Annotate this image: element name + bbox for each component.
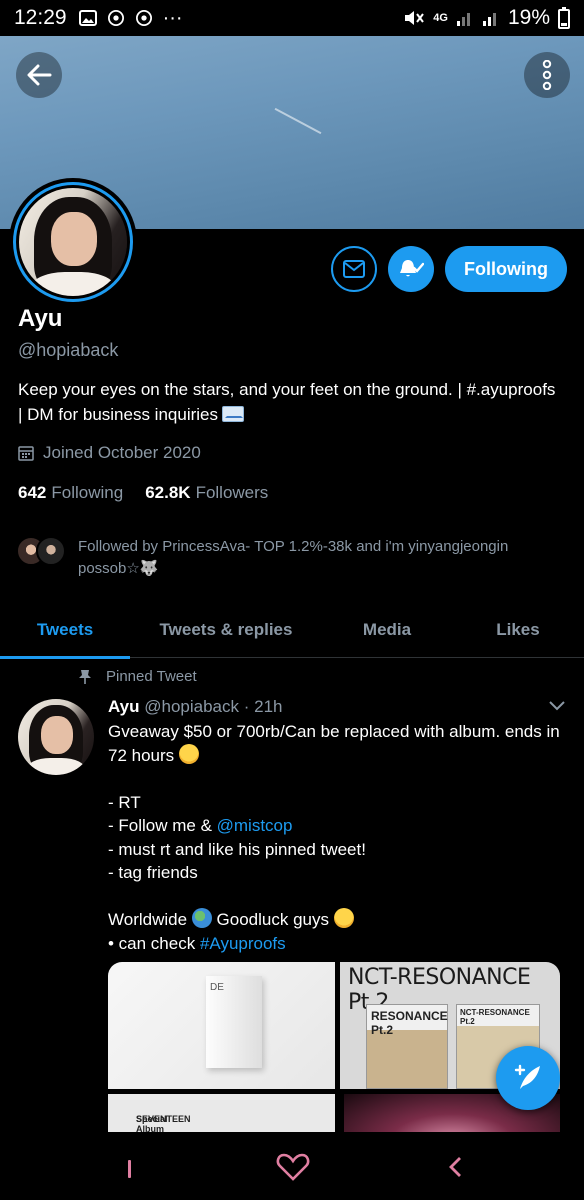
- tweet-author-handle: @hopiaback: [144, 697, 239, 716]
- avatar-photo: [19, 188, 127, 296]
- tab-tweets[interactable]: Tweets: [0, 602, 130, 659]
- tweet-line: Worldwide: [108, 910, 188, 929]
- tweet-avatar[interactable]: [18, 699, 94, 775]
- profile-joined: Joined October 2020: [18, 443, 201, 463]
- chrome-icon-2: [135, 10, 152, 26]
- avatar-ring: [13, 182, 133, 302]
- signal-icon-2: [482, 13, 496, 26]
- chevron-left-icon[interactable]: [447, 1156, 463, 1178]
- followers-label: Followers: [195, 483, 269, 502]
- recent-apps-button[interactable]: [128, 1160, 131, 1178]
- followed-by-avatars[interactable]: [16, 536, 66, 566]
- mute-icon: [405, 11, 425, 25]
- profile-avatar[interactable]: [9, 178, 137, 306]
- compose-tweet-button[interactable]: [496, 1046, 560, 1110]
- bell-icon: [400, 260, 424, 277]
- following-button[interactable]: Following: [445, 246, 567, 292]
- tweet-line: - Follow me &: [108, 816, 217, 835]
- calendar-icon: [18, 446, 34, 461]
- follow-counts: 642 Following 62.8K Followers: [18, 483, 268, 503]
- tweet-line: • can check: [108, 933, 200, 953]
- tweet-author-name[interactable]: Ayu: [108, 697, 140, 716]
- more-options-button[interactable]: [524, 52, 570, 98]
- tab-tweets-replies[interactable]: Tweets & replies: [130, 602, 322, 658]
- pinned-text: Pinned Tweet: [106, 668, 197, 685]
- status-overflow: ···: [162, 6, 183, 29]
- following-label: Following: [51, 483, 124, 502]
- following-count-link[interactable]: 642 Following: [18, 483, 123, 503]
- media-image-3[interactable]: SEVENTEEN Special Album: [108, 1094, 335, 1132]
- more-vertical-icon: [542, 60, 552, 90]
- banner-contrail: [274, 107, 322, 135]
- message-button[interactable]: [331, 246, 377, 292]
- bio-text: Keep your eyes on the stars, and your fe…: [18, 380, 556, 424]
- following-count: 642: [18, 483, 47, 502]
- pin-icon: [79, 669, 91, 684]
- tweet-line: - tag friends: [108, 863, 198, 882]
- arrow-left-icon: [27, 64, 52, 86]
- profile-handle: @hopiaback: [18, 340, 119, 360]
- envelope-icon: [343, 260, 365, 278]
- heart-home-icon[interactable]: [276, 1153, 310, 1181]
- mention-link[interactable]: @mistcop: [217, 816, 293, 835]
- tweet-time: · 21h: [243, 697, 283, 716]
- album-cover: RESONANCE Pt.2: [366, 1004, 448, 1089]
- smiling-emoji-icon: [333, 908, 354, 928]
- heart-eyes-emoji-icon: [178, 743, 199, 764]
- battery-icon: [558, 7, 570, 29]
- tweet-media-grid: DE NCT-RESONANCE Pt.2 RESONANCE Pt.2 NCT…: [108, 962, 560, 1132]
- followers-count: 62.8K: [145, 483, 191, 502]
- tweet-line: - RT: [108, 792, 141, 812]
- tweet-body: Gveaway $50 or 700rb/Can be replaced wit…: [108, 720, 568, 955]
- album-cover-title: NCT-RESONANCE Pt.2: [460, 1008, 530, 1026]
- tab-likes[interactable]: Likes: [452, 602, 584, 658]
- chrome-icon: [107, 10, 124, 26]
- tweet-line: Goodluck guys: [216, 910, 329, 929]
- chevron-down-icon[interactable]: [548, 700, 566, 712]
- status-time: 12:29: [14, 6, 67, 29]
- status-bar: 12:29 ··· 4G 19%: [0, 0, 584, 36]
- tab-media[interactable]: Media: [322, 602, 452, 658]
- avatar: [36, 536, 66, 566]
- followed-by-text[interactable]: Followed by PrincessAva- TOP 1.2%-38k an…: [78, 536, 568, 580]
- profile-bio: Keep your eyes on the stars, and your fe…: [18, 377, 558, 427]
- album-box-caption: DE: [210, 982, 224, 993]
- hashtag-link[interactable]: #Ayuproofs: [200, 934, 286, 953]
- incoming-envelope-emoji-icon: [222, 406, 244, 422]
- media-image-1[interactable]: DE: [108, 962, 335, 1089]
- tweet-line: - must rt and like his pinned tweet!: [108, 839, 366, 859]
- status-right: 4G 19%: [403, 6, 570, 30]
- album-box: DE: [206, 976, 262, 1068]
- gallery-icon: [78, 10, 97, 26]
- media-3-caption-line: Special Album: [136, 1114, 168, 1132]
- globe-emoji-icon: [191, 908, 212, 928]
- pinned-label: Pinned Tweet: [78, 668, 197, 685]
- tweet-line: Gveaway $50 or 700rb/Can be replaced wit…: [108, 722, 560, 765]
- battery-percent: 19%: [507, 6, 550, 29]
- compose-tweet-icon: [514, 1064, 540, 1089]
- signal-icon: [456, 13, 470, 26]
- tweet-header: Ayu @hopiaback · 21h: [108, 697, 282, 717]
- followers-count-link[interactable]: 62.8K Followers: [145, 483, 268, 503]
- network-type: 4G: [433, 12, 448, 24]
- profile-name: Ayu: [18, 305, 63, 332]
- notifications-button[interactable]: [388, 246, 434, 292]
- system-nav-bar: [0, 1132, 584, 1200]
- joined-text: Joined October 2020: [43, 443, 201, 462]
- profile-tabs: Tweets Tweets & replies Media Likes: [0, 602, 584, 659]
- back-button[interactable]: [16, 52, 62, 98]
- album-cover-title: RESONANCE Pt.2: [371, 1009, 448, 1037]
